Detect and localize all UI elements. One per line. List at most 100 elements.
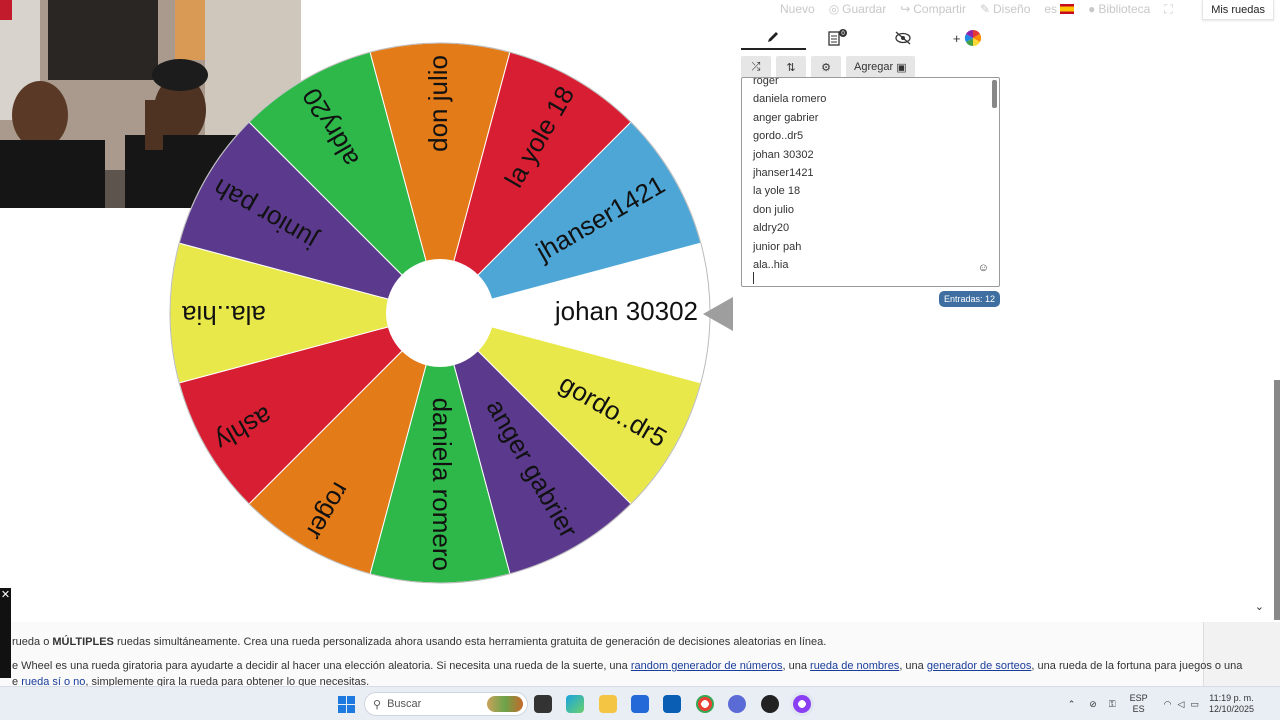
entries-toolbar: ⤮ ⇅ ⚙ Agregar ▣ (741, 56, 1000, 78)
nav-share[interactable]: ↪ Compartir (900, 2, 966, 16)
my-wheels-button[interactable]: Mis ruedas (1202, 0, 1274, 20)
nav-new[interactable]: Nuevo (780, 2, 815, 16)
nav-save[interactable]: ◎ Guardar (829, 2, 887, 16)
language-indicator[interactable]: ESP ES (1130, 693, 1148, 715)
add-image-button[interactable]: Agregar ▣ (846, 56, 915, 78)
entry-line: anger gabrier (753, 111, 819, 124)
entries-panel: 0 + ⤮ ⇅ ⚙ Agregar ▣ roger daniela romero… (741, 26, 1000, 307)
entry-line: don julio (753, 203, 794, 216)
pencil-icon (768, 32, 779, 42)
chevron-down-icon[interactable]: ⌄ (1255, 600, 1264, 613)
entries-scrollbar[interactable] (992, 80, 997, 108)
close-overlay-button[interactable]: ✕ (0, 588, 11, 678)
nav-library[interactable]: ● Biblioteca (1088, 2, 1150, 16)
chevron-up-icon[interactable]: ⌃ (1068, 699, 1076, 710)
chrome-icon[interactable] (696, 695, 714, 713)
panel-tabs: 0 + (741, 26, 1000, 50)
info-text: e Wheel es una rueda giratoria para ayud… (12, 660, 628, 672)
wifi-icon[interactable]: ◠ (1164, 699, 1172, 710)
language-layout: ES (1132, 704, 1145, 714)
chrome-profile-icon[interactable] (793, 695, 811, 713)
spain-flag-icon (1060, 4, 1075, 14)
info-text-block: rueda o MÚLTIPLES ruedas simultáneamente… (0, 622, 1242, 688)
info-bold-text: MÚLTIPLES (52, 636, 114, 648)
emoji-icon[interactable]: ☺ (978, 262, 989, 274)
battery-icon[interactable]: ▭ (1190, 699, 1199, 710)
clipboard-icon: 0 (828, 29, 848, 46)
app-icon[interactable] (728, 695, 746, 713)
vpn-icon[interactable]: ⚿ (1109, 699, 1116, 710)
color-wheel-icon (965, 29, 982, 47)
info-line-2: e Wheel es una rueda giratoria para ayud… (12, 660, 1242, 672)
entries-list: roger daniela romero anger gabrier gordo… (753, 77, 827, 274)
search-placeholder: Buscar (387, 698, 422, 710)
raffle-generator-link[interactable]: generador de sorteos (927, 660, 1032, 672)
info-section: rueda o MÚLTIPLES ruedas simultáneamente… (0, 622, 1280, 688)
nav-library-label: Biblioteca (1098, 2, 1151, 16)
recorder-icon[interactable] (761, 695, 779, 713)
nav-new-label: Nuevo (780, 2, 815, 16)
wheel-container[interactable]: johan 30302 gordo..dr5 anger gabrier daniel… (160, 40, 720, 590)
wheel-segment-label: daniela romero (427, 398, 457, 571)
volume-icon[interactable]: ◁ (1178, 699, 1185, 710)
nav-language[interactable]: es (1044, 2, 1075, 16)
nav-share-label: Compartir (913, 2, 966, 16)
random-number-link[interactable]: random generador de números (631, 660, 783, 672)
globe-icon: ● (1088, 2, 1096, 16)
entry-line: junior pah (753, 240, 802, 253)
taskview-icon[interactable] (534, 695, 552, 713)
info-text: , una (782, 660, 807, 672)
search-icon: ⚲ (373, 698, 382, 711)
name-wheel-link[interactable]: rueda de nombres (810, 660, 899, 672)
nav-design[interactable]: ✎ Diseño (980, 2, 1030, 16)
advanced-button[interactable]: ⚙ (811, 56, 841, 78)
outlook-icon[interactable] (663, 695, 681, 713)
copilot-icon[interactable] (566, 695, 584, 713)
tab-hide[interactable] (871, 26, 936, 50)
palette-icon: ✎ (979, 2, 991, 16)
taskbar-search[interactable]: ⚲ Buscar (364, 692, 528, 716)
tab-results[interactable]: 0 (806, 26, 871, 50)
meet-now-icon[interactable]: ⊘ (1089, 699, 1097, 710)
windows-taskbar: ⚲ Buscar ⌃ ⊘ ⚿ ESP ES ◠ ◁ ▭ 11:19 p. m. … (0, 686, 1280, 720)
wheel-segment-label: johan 30302 (554, 296, 698, 326)
wheel-segment-label: ala..hia (181, 300, 265, 330)
store-icon[interactable] (631, 695, 649, 713)
add-image-label: Agregar (854, 61, 894, 73)
entry-line: daniela romero (753, 93, 827, 106)
fullscreen-icon[interactable]: ⛶ (1164, 2, 1172, 17)
wheel-pointer-icon (703, 297, 733, 331)
svg-text:0: 0 (841, 30, 845, 37)
info-text: rueda o (12, 636, 50, 648)
entry-line: aldry20 (753, 222, 790, 235)
entry-line: gordo..dr5 (753, 130, 804, 143)
file-explorer-icon[interactable] (599, 695, 617, 713)
entries-textarea[interactable]: roger daniela romero anger gabrier gordo… (741, 77, 1000, 287)
language-code: ESP (1129, 693, 1148, 703)
clock[interactable]: 11:19 p. m. 12/10/2025 (1209, 693, 1254, 715)
wheel-segment-label: don julio (423, 55, 453, 152)
windows-start-icon[interactable] (338, 696, 355, 713)
nav-language-label: es (1044, 2, 1058, 16)
info-text: ruedas simultáneamente. Crea una rueda p… (116, 636, 827, 648)
search-highlight-icon (487, 696, 523, 712)
page-scrollbar[interactable] (1274, 380, 1280, 620)
info-line-1: rueda o MÚLTIPLES ruedas simultáneamente… (12, 636, 826, 648)
shuffle-icon: ⤮ (751, 60, 761, 73)
nav-save-label: Guardar (842, 2, 887, 16)
tab-add-wheel[interactable]: + (935, 26, 1000, 50)
wheel-center-hub[interactable] (386, 259, 494, 367)
clock-date: 12/10/2025 (1208, 704, 1254, 714)
sort-button[interactable]: ⇅ (776, 56, 806, 78)
text-caret (753, 272, 754, 284)
shuffle-button[interactable]: ⤮ (741, 56, 771, 78)
entry-line: ala..hia (753, 259, 789, 272)
entry-line: roger (753, 77, 779, 87)
tab-edit[interactable] (741, 26, 806, 50)
spinning-wheel[interactable]: johan 30302gordo..dr5anger gabrierdaniel… (160, 40, 720, 590)
entry-line: jhanser1421 (753, 167, 814, 180)
entries-count-badge: Entradas: 12 (938, 291, 1000, 307)
eye-slash-icon (895, 31, 911, 45)
image-icon: ▣ (896, 61, 907, 74)
entry-line: johan 30302 (753, 148, 814, 161)
